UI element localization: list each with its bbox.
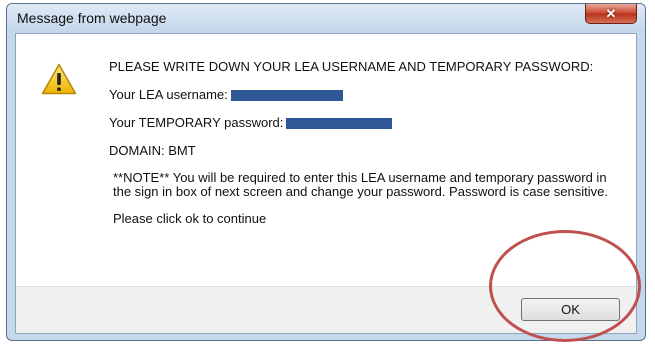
username-redaction: [230, 89, 343, 101]
warning-icon: [41, 63, 77, 95]
dialog-body: PLEASE WRITE DOWN YOUR LEA USERNAME AND …: [15, 33, 637, 334]
dialog-title: Message from webpage: [17, 10, 167, 26]
button-bar: OK: [16, 286, 636, 333]
close-button[interactable]: ✕: [585, 4, 637, 24]
ok-button[interactable]: OK: [521, 298, 620, 321]
headline-text: PLEASE WRITE DOWN YOUR LEA USERNAME AND …: [109, 59, 594, 74]
close-icon: ✕: [605, 6, 617, 21]
username-row: Your LEA username:: [109, 88, 614, 102]
password-row: Your TEMPORARY password:: [109, 116, 614, 130]
message-text: PLEASE WRITE DOWN YOUR LEA USERNAME AND …: [109, 60, 614, 226]
domain-text: DOMAIN: BMT: [109, 143, 196, 158]
title-bar[interactable]: Message from webpage ✕: [7, 4, 645, 32]
dialog-window: Message from webpage ✕ PLEASE WRITE DOWN…: [6, 3, 646, 341]
username-label: Your LEA username:: [109, 87, 228, 102]
continue-text: Please click ok to continue: [113, 211, 267, 226]
password-redaction: [286, 117, 393, 129]
password-label: Your TEMPORARY password:: [109, 115, 284, 130]
note-text: **NOTE** You will be required to enter t…: [113, 170, 608, 199]
